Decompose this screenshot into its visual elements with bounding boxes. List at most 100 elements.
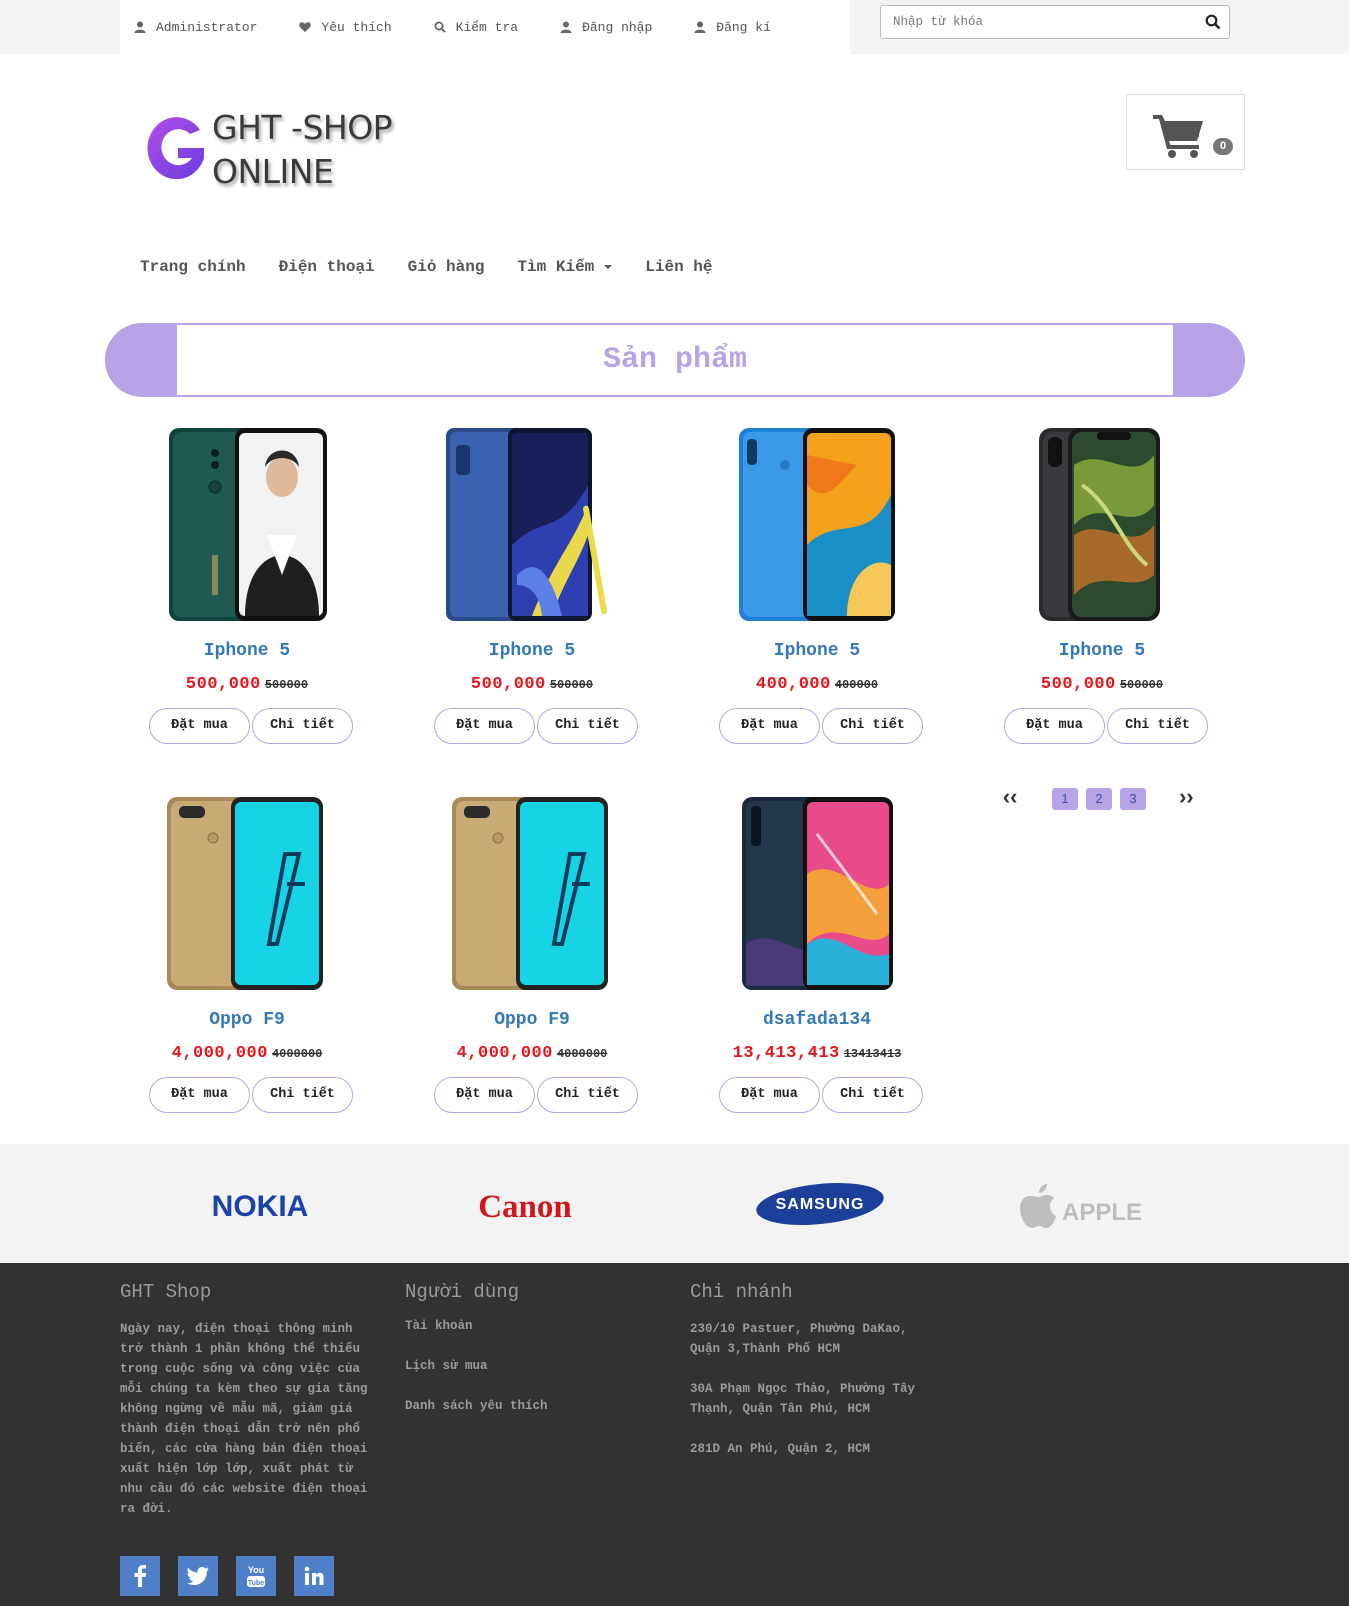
pagination-page-2[interactable]: 2 — [1086, 787, 1112, 810]
product-prices: 4,000,000 4000000 — [412, 1044, 652, 1063]
footer-branches: Chi nhánh 230/10 Pastuer, Phường DaKao, … — [690, 1281, 940, 1479]
footer-branches-title: Chi nhánh — [690, 1281, 793, 1303]
facebook-icon[interactable] — [120, 1556, 160, 1596]
detail-button[interactable]: Chi tiết — [1107, 708, 1208, 744]
detail-button[interactable]: Chi tiết — [537, 708, 638, 744]
top-link-label: Đăng nhập — [582, 19, 653, 35]
svg-text:You: You — [248, 1565, 264, 1575]
section-title: Sản phẩm — [177, 325, 1173, 395]
buy-button[interactable]: Đặt mua — [1004, 708, 1105, 744]
buy-button[interactable]: Đặt mua — [434, 1077, 535, 1113]
buy-button[interactable]: Đặt mua — [719, 1077, 820, 1113]
pagination-prev[interactable]: ‹‹ — [1000, 786, 1022, 811]
top-link-register[interactable]: Đăng kí — [694, 20, 771, 35]
detail-button[interactable]: Chi tiết — [822, 708, 923, 744]
brand-logo-canon[interactable]: Canon — [455, 1174, 595, 1234]
product-old-price: 500000 — [264, 678, 309, 692]
product-image[interactable] — [412, 425, 652, 625]
product-image[interactable] — [127, 425, 367, 625]
brand-samsung-text: SAMSUNG — [776, 1196, 865, 1213]
footer-link-account[interactable]: Tài khoản — [405, 1319, 548, 1333]
brand-nokia-text: NOKIA — [212, 1190, 309, 1223]
logo-title-line2: ONLINE — [212, 152, 334, 191]
footer-about-title: GHT Shop — [120, 1281, 212, 1303]
footer-user: Người dùng Tài khoản Lịch sử mua Danh sá… — [405, 1281, 548, 1439]
top-bar: Administrator Yêu thích Kiểm tra Đăng nh… — [0, 0, 1349, 54]
nav-item-cart[interactable]: Giỏ hàng — [408, 258, 485, 276]
product-image[interactable] — [127, 794, 367, 994]
product-name[interactable]: Iphone 5 — [982, 641, 1222, 661]
product-prices: 4,000,000 4000000 — [127, 1044, 367, 1063]
brand-canon-text: Canon — [478, 1189, 572, 1225]
top-link-label: Administrator — [156, 19, 258, 35]
youtube-icon[interactable]: Tube You — [236, 1556, 276, 1596]
product-image[interactable] — [412, 794, 652, 994]
nav-item-home[interactable]: Trang chính — [140, 258, 246, 276]
footer-user-title: Người dùng — [405, 1281, 520, 1303]
product-prices: 500,000 500000 — [412, 675, 652, 694]
product-card: Iphone 5 500,000 500000 Đặt mua Chi tiết — [412, 425, 652, 755]
product-image[interactable] — [697, 425, 937, 625]
top-link-admin[interactable]: Administrator — [134, 20, 257, 35]
product-name[interactable]: Oppo F9 — [412, 1010, 652, 1030]
product-card: Iphone 5 400,000 400000 Đặt mua Chi tiết — [697, 425, 937, 755]
product-image[interactable] — [697, 794, 937, 994]
nav-item-search-dropdown[interactable]: Tìm Kiếm — [517, 258, 613, 276]
user-icon — [560, 21, 572, 33]
site-logo[interactable]: GHT -SHOP ONLINE — [142, 108, 402, 198]
top-link-check[interactable]: Kiểm tra — [434, 20, 518, 35]
product-name[interactable]: Iphone 5 — [697, 641, 937, 661]
buy-button[interactable]: Đặt mua — [149, 1077, 250, 1113]
product-old-price: 4000000 — [556, 1047, 608, 1061]
logo-title-line1: GHT -SHOP — [212, 108, 393, 147]
search-icon[interactable] — [1205, 14, 1221, 30]
product-price: 400,000 — [755, 675, 831, 694]
product-old-price: 400000 — [834, 678, 879, 692]
product-price: 500,000 — [470, 675, 546, 694]
brand-strip: NOKIA Canon SAMSUNG APPLE — [0, 1144, 1349, 1263]
product-name[interactable]: Oppo F9 — [127, 1010, 367, 1030]
footer-about: GHT Shop Ngày nay, điện thoại thông minh… — [120, 1281, 375, 1519]
product-name[interactable]: dsafada134 — [697, 1010, 937, 1030]
pagination-next[interactable]: ›› — [1176, 786, 1198, 811]
footer-address: 281D An Phú, Quận 2, HCM — [690, 1442, 871, 1456]
brand-logo-apple[interactable]: APPLE — [1008, 1174, 1148, 1234]
product-image[interactable] — [982, 425, 1222, 625]
pagination-page-1[interactable]: 1 — [1052, 787, 1078, 810]
cart-button[interactable]: 0 — [1126, 94, 1245, 170]
detail-button[interactable]: Chi tiết — [822, 1077, 923, 1113]
product-name[interactable]: Iphone 5 — [127, 641, 367, 661]
detail-button[interactable]: Chi tiết — [252, 1077, 353, 1113]
buy-button[interactable]: Đặt mua — [149, 708, 250, 744]
logo-g-icon — [147, 117, 204, 180]
top-nav: Administrator Yêu thích Kiểm tra Đăng nh… — [120, 0, 850, 54]
buy-button[interactable]: Đặt mua — [719, 708, 820, 744]
product-old-price: 4000000 — [271, 1047, 323, 1061]
linkedin-icon[interactable] — [294, 1556, 334, 1596]
buy-button[interactable]: Đặt mua — [434, 708, 535, 744]
svg-text:Tube: Tube — [248, 1580, 264, 1587]
user-icon — [134, 21, 146, 33]
nav-item-phones[interactable]: Điện thoại — [279, 258, 375, 276]
detail-button[interactable]: Chi tiết — [537, 1077, 638, 1113]
twitter-icon[interactable] — [178, 1556, 218, 1596]
nav-item-contact[interactable]: Liên hệ — [645, 258, 712, 276]
search-box — [880, 5, 1230, 39]
pagination: ‹‹ 1 2 3 ›› — [1000, 786, 1198, 811]
brand-logo-nokia[interactable]: NOKIA — [190, 1174, 330, 1234]
search-input[interactable] — [881, 6, 1191, 38]
pagination-page-3[interactable]: 3 — [1120, 787, 1146, 810]
brand-logo-samsung[interactable]: SAMSUNG — [750, 1174, 890, 1234]
product-name[interactable]: Iphone 5 — [412, 641, 652, 661]
product-price: 4,000,000 — [456, 1044, 553, 1063]
footer-link-wishlist[interactable]: Danh sách yêu thích — [405, 1399, 548, 1413]
cart-count-badge: 0 — [1213, 138, 1233, 155]
nav-item-search-label: Tìm Kiếm — [517, 258, 595, 276]
product-price: 4,000,000 — [171, 1044, 268, 1063]
product-card: Oppo F9 4,000,000 4000000 Đặt mua Chi tiế… — [412, 794, 652, 1124]
cart-icon — [1153, 115, 1203, 158]
top-link-favorites[interactable]: Yêu thích — [299, 20, 392, 35]
footer-link-history[interactable]: Lịch sử mua — [405, 1359, 548, 1373]
top-link-login[interactable]: Đăng nhập — [560, 20, 652, 35]
detail-button[interactable]: Chi tiết — [252, 708, 353, 744]
